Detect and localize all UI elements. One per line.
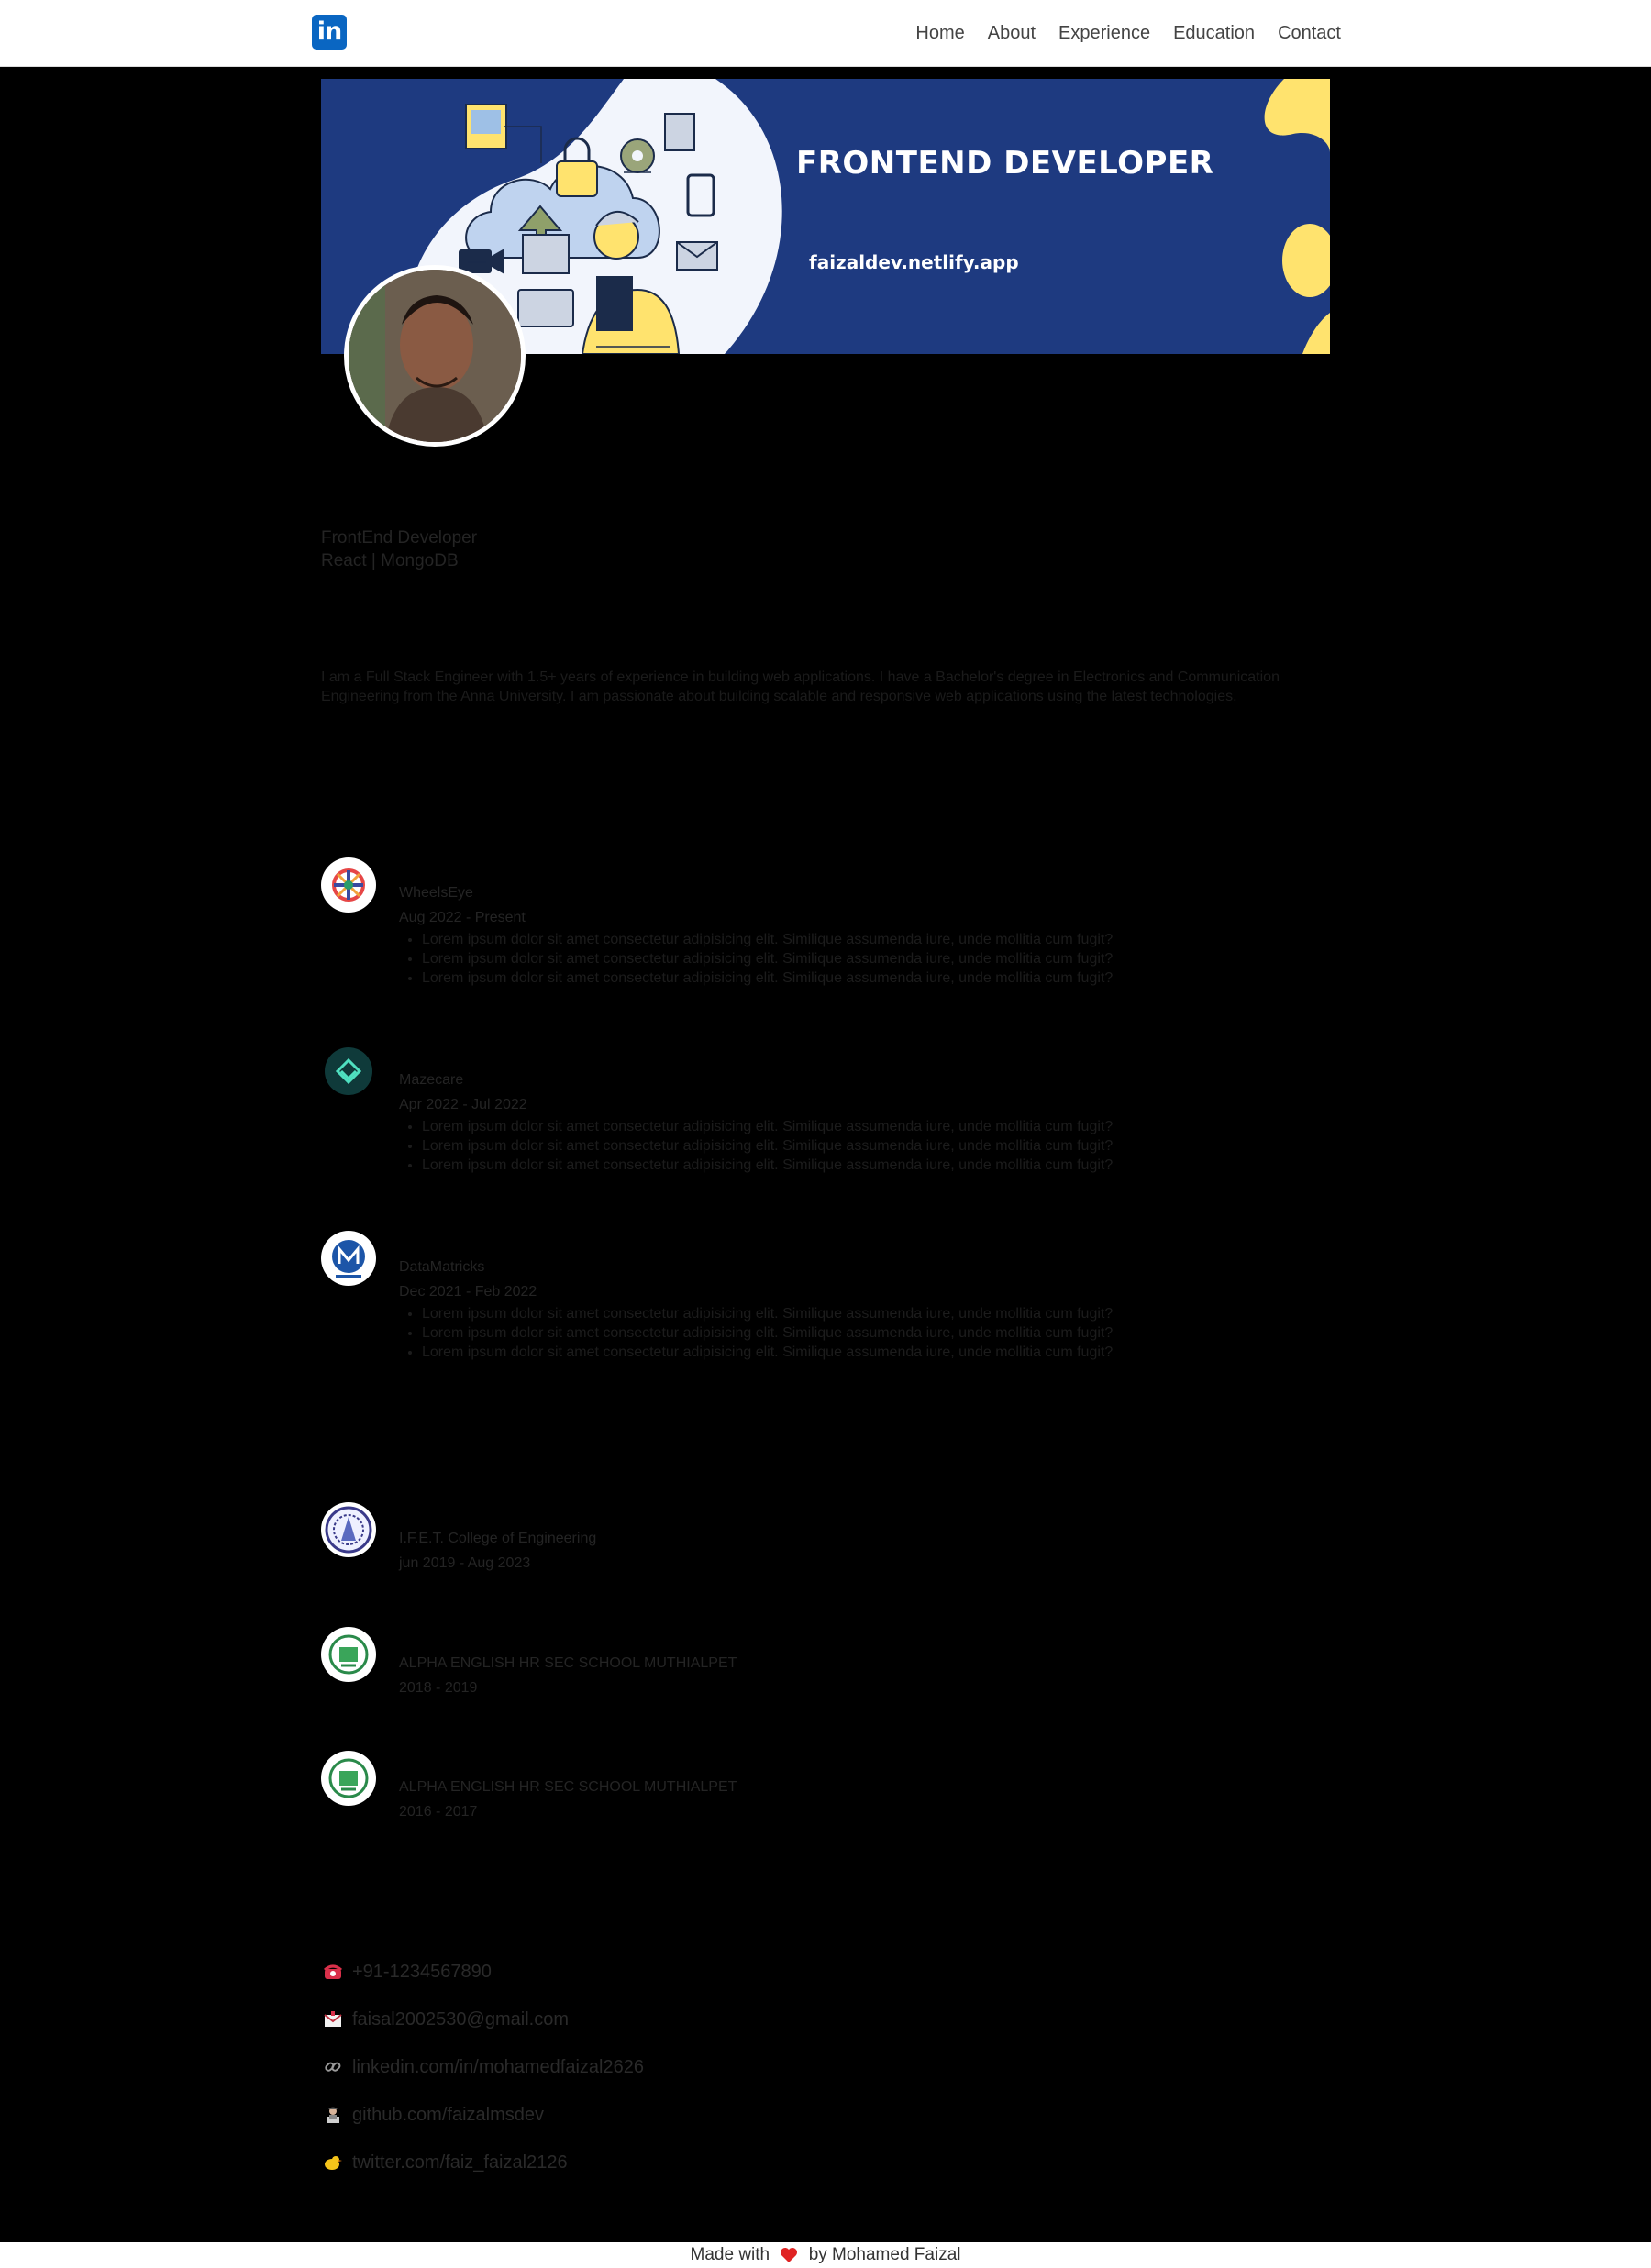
bird-icon (325, 2156, 342, 2170)
nav-link-about[interactable]: About (988, 23, 1036, 44)
wheelseye-logo-icon (321, 857, 376, 913)
alpha-school-logo-icon (321, 1627, 376, 1682)
contact-github-text: github.com/faizalmsdev (352, 2104, 544, 2125)
heart-icon (781, 2247, 798, 2262)
contact-linkedin[interactable]: linkedin.com/in/mohamedfaizal2626 (323, 2053, 644, 2081)
education-period: 2016 - 2017 (399, 1804, 478, 1820)
education-period: 2018 - 2019 (399, 1680, 478, 1696)
nav-link-education[interactable]: Education (1173, 23, 1255, 44)
profile-tagline: FrontEnd Developer React | MongoDB (321, 526, 477, 572)
experience-points: Lorem ipsum dolor sit amet consectetur a… (399, 930, 1113, 988)
experience-point: Lorem ipsum dolor sit amet consectetur a… (422, 968, 1113, 988)
contact-twitter[interactable]: twitter.com/faiz_faizal2126 (323, 2149, 568, 2176)
envelope-icon (324, 2011, 342, 2027)
contact-twitter-text: twitter.com/faiz_faizal2126 (352, 2152, 568, 2173)
experience-point: Lorem ipsum dolor sit amet consectetur a… (422, 1304, 1113, 1323)
experience-period: Dec 2021 - Feb 2022 (399, 1284, 537, 1300)
profile-role: FrontEnd Developer (321, 528, 478, 548)
nav-link-home[interactable]: Home (915, 23, 964, 44)
experience-entry: Mazecare Apr 2022 - Jul 2022 Lorem ipsum… (399, 1068, 1113, 1175)
experience-entry: DataMatricks Dec 2021 - Feb 2022 Lorem i… (399, 1255, 1113, 1362)
contact-email[interactable]: faisal2002530@gmail.com (323, 2006, 569, 2033)
footer-suffix: by Mohamed Faizal (808, 2245, 961, 2264)
contact-linkedin-text: linkedin.com/in/mohamedfaizal2626 (352, 2056, 644, 2077)
nav-link-experience[interactable]: Experience (1058, 23, 1150, 44)
alpha-school-logo-icon (321, 1751, 376, 1806)
footer: Made with by Mohamed Faizal (0, 2242, 1651, 2268)
top-navbar: in Home About Experience Education Conta… (0, 0, 1651, 67)
contact-phone-text: +91-1234567890 (352, 1961, 492, 1982)
contact-phone[interactable]: +91-1234567890 (323, 1958, 492, 1986)
linkedin-logo-icon[interactable]: in (312, 15, 347, 50)
experience-point: Lorem ipsum dolor sit amet consectetur a… (422, 930, 1113, 949)
experience-point: Lorem ipsum dolor sit amet consectetur a… (422, 1343, 1113, 1362)
experience-company: Mazecare (399, 1072, 464, 1088)
education-period: jun 2019 - Aug 2023 (399, 1555, 531, 1571)
banner-title: FRONTEND DEVELOPER (796, 145, 1214, 182)
education-school: ALPHA ENGLISH HR SEC SCHOOL MUTHIALPET (399, 1655, 737, 1671)
telephone-icon (324, 1964, 342, 1979)
experience-entry: WheelsEye Aug 2022 - Present Lorem ipsum… (399, 880, 1113, 988)
education-school: ALPHA ENGLISH HR SEC SCHOOL MUTHIALPET (399, 1779, 737, 1795)
developer-icon (327, 2107, 339, 2123)
footer-prefix: Made with (690, 2245, 770, 2264)
banner-url: faizaldev.netlify.app (809, 251, 1019, 273)
experience-period: Aug 2022 - Present (399, 910, 526, 925)
experience-point: Lorem ipsum dolor sit amet consectetur a… (422, 1136, 1113, 1156)
experience-points: Lorem ipsum dolor sit amet consectetur a… (399, 1117, 1113, 1175)
experience-point: Lorem ipsum dolor sit amet consectetur a… (422, 1156, 1113, 1175)
contact-email-text: faisal2002530@gmail.com (352, 2008, 569, 2030)
datamatricks-logo-icon (321, 1231, 376, 1286)
link-icon (325, 2062, 341, 2072)
experience-point: Lorem ipsum dolor sit amet consectetur a… (422, 949, 1113, 968)
ifet-college-logo-icon (321, 1502, 376, 1557)
nav-link-contact[interactable]: Contact (1278, 23, 1341, 44)
mazecare-logo-icon (321, 1044, 376, 1099)
about-text: I am a Full Stack Engineer with 1.5+ yea… (321, 669, 1280, 704)
profile-stack: React | MongoDB (321, 551, 459, 570)
education-entry: I.F.E.T. College of Engineering jun 2019… (399, 1526, 596, 1576)
contact-github[interactable]: github.com/faizalmsdev (323, 2101, 544, 2129)
education-entry: ALPHA ENGLISH HR SEC SCHOOL MUTHIALPET 2… (399, 1775, 737, 1824)
experience-company: DataMatricks (399, 1259, 485, 1275)
nav-links: Home About Experience Education Contact (892, 0, 1341, 66)
profile-avatar (344, 265, 526, 447)
education-entry: ALPHA ENGLISH HR SEC SCHOOL MUTHIALPET 2… (399, 1651, 737, 1700)
education-school: I.F.E.T. College of Engineering (399, 1531, 597, 1546)
experience-point: Lorem ipsum dolor sit amet consectetur a… (422, 1117, 1113, 1136)
experience-company: WheelsEye (399, 885, 473, 901)
experience-points: Lorem ipsum dolor sit amet consectetur a… (399, 1304, 1113, 1362)
experience-point: Lorem ipsum dolor sit amet consectetur a… (422, 1323, 1113, 1343)
experience-period: Apr 2022 - Jul 2022 (399, 1097, 527, 1112)
